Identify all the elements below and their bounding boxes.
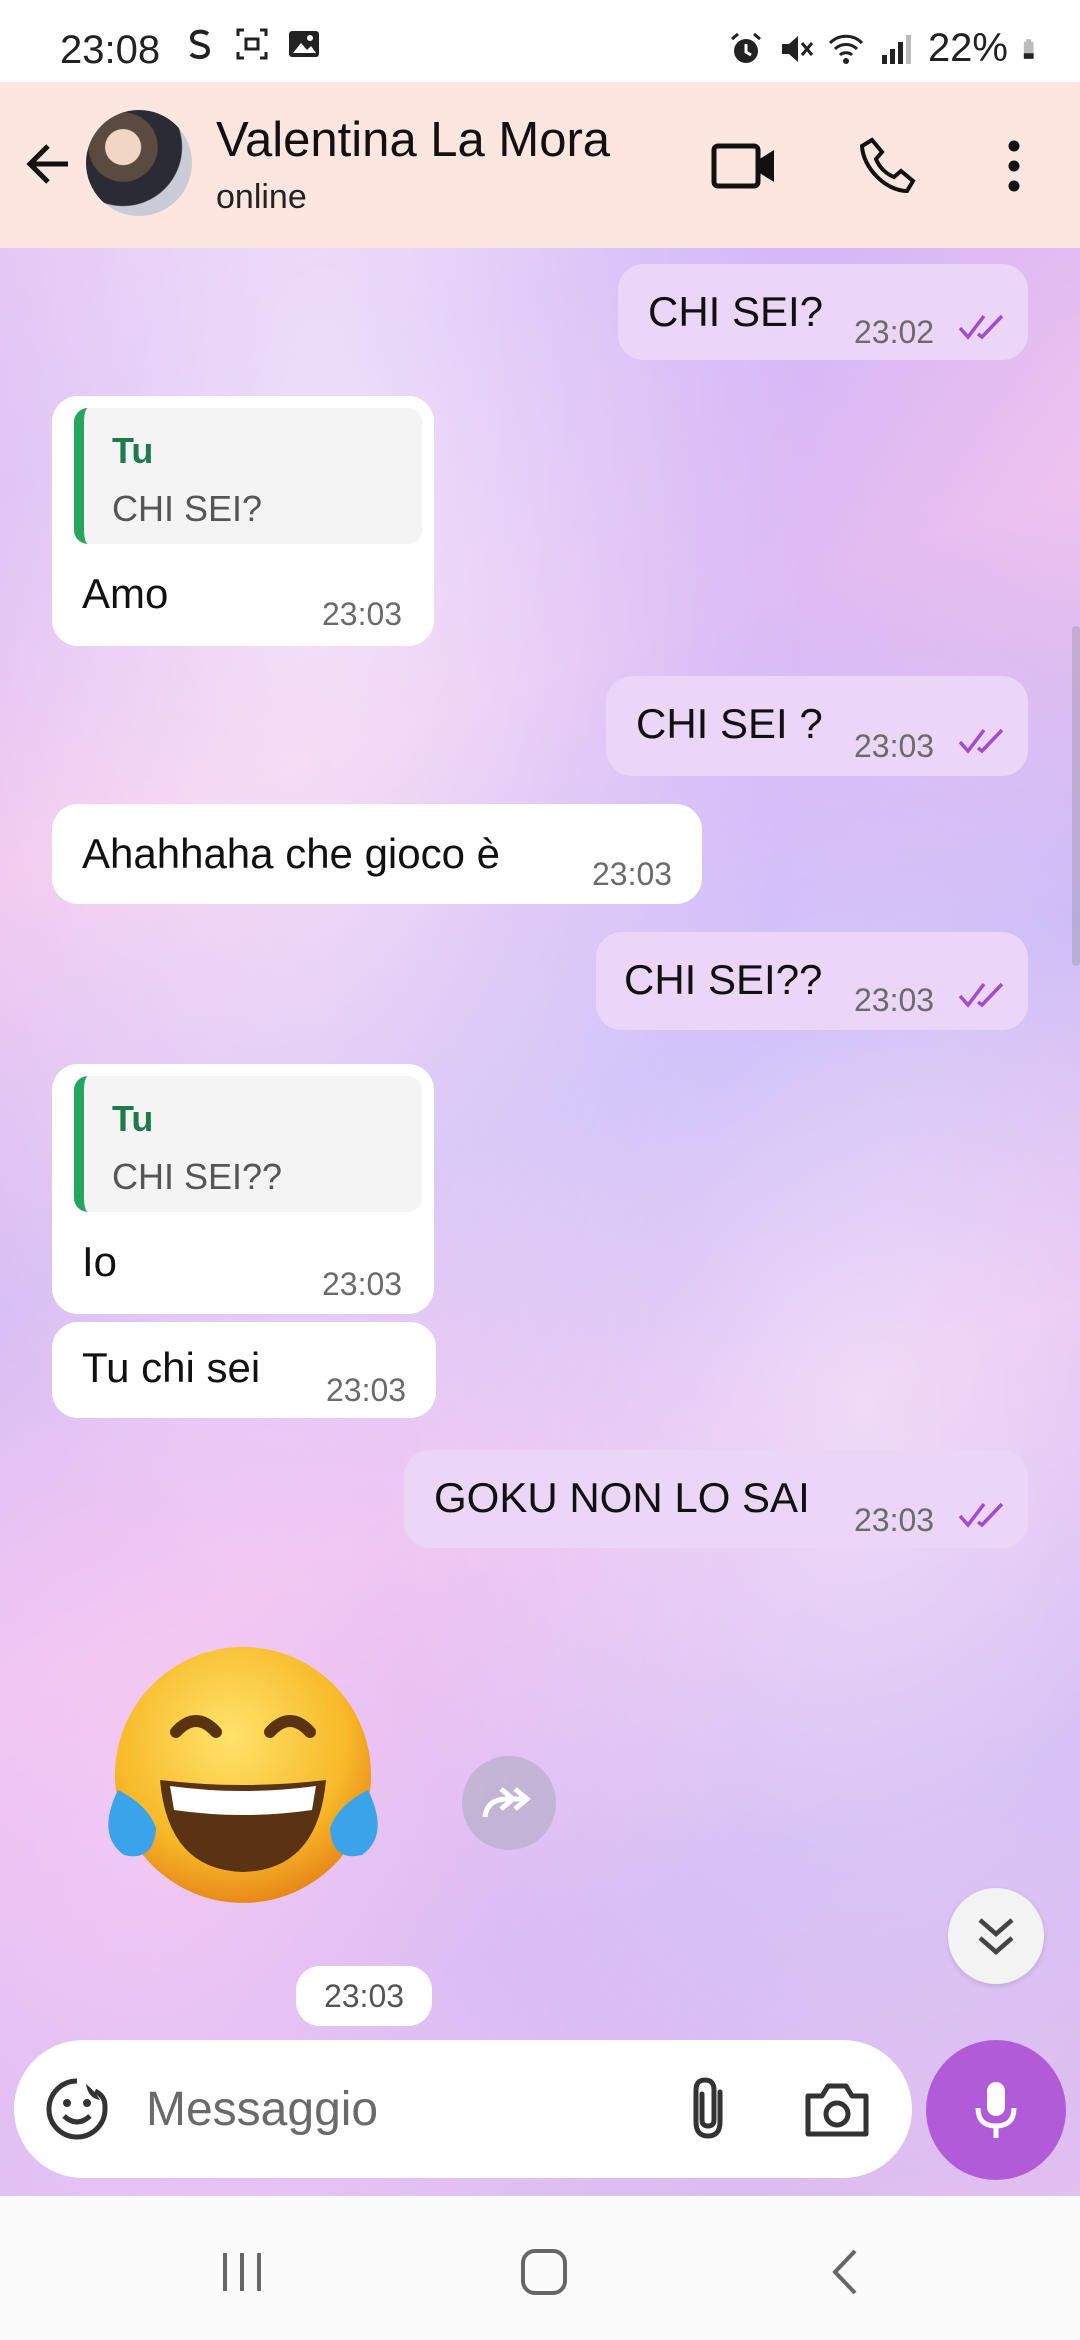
quote-author: Tu	[112, 1098, 154, 1139]
signal-icon	[881, 34, 911, 64]
home-icon	[521, 2249, 567, 2295]
more-vert-icon	[1008, 140, 1020, 192]
message-time: 23:03	[854, 982, 935, 1018]
read-ticks-icon	[958, 1502, 1004, 1528]
recent-apps-icon	[223, 2253, 261, 2291]
wifi-icon	[828, 34, 863, 64]
attach-icon[interactable]	[674, 2074, 744, 2144]
back-button[interactable]	[806, 2232, 886, 2312]
message-time: 23:03	[322, 1266, 403, 1302]
quoted-message[interactable]: Tu CHI SEI??	[74, 1076, 422, 1212]
video-call-icon	[711, 143, 774, 189]
message-incoming[interactable]: Tu chi sei 23:03	[52, 1322, 436, 1418]
recent-apps-button[interactable]	[202, 2232, 282, 2312]
message-incoming[interactable]: Tu CHI SEI? Amo 23:03	[52, 396, 434, 646]
status-time: 23:08	[60, 28, 161, 72]
avatar[interactable]	[86, 110, 192, 216]
message-text: Ahahhaha che gioco è	[82, 830, 501, 877]
message-time: 23:03	[592, 856, 673, 892]
status-bar: 23:08 22%	[0, 0, 1080, 82]
message-text: CHI SEI??	[624, 956, 823, 1003]
navigation-bar	[0, 2196, 1080, 2340]
message-composer	[14, 2040, 912, 2178]
message-outgoing[interactable]: CHI SEI?? 23:03	[596, 932, 1028, 1030]
message-text: CHI SEI ?	[636, 700, 823, 747]
quote-text: CHI SEI??	[112, 1156, 283, 1197]
message-incoming[interactable]: Tu CHI SEI?? Io 23:03	[52, 1064, 434, 1314]
contact-status: online	[216, 178, 307, 216]
screenshot-icon	[236, 28, 268, 60]
video-call-button[interactable]	[708, 130, 780, 202]
read-ticks-icon	[958, 314, 1004, 340]
more-options-button[interactable]	[978, 130, 1050, 202]
chat-header: Valentina La Mora online	[0, 82, 1080, 248]
battery-percent: 22%	[927, 26, 1008, 70]
sticker-icon[interactable]	[44, 2076, 110, 2142]
s-icon	[189, 29, 211, 60]
message-text: Tu chi sei	[82, 1344, 261, 1391]
forward-icon	[482, 1787, 531, 1818]
camera-icon[interactable]	[802, 2074, 872, 2144]
message-time: 23:03	[326, 1372, 407, 1408]
message-incoming[interactable]: Ahahhaha che gioco è 23:03	[52, 804, 702, 904]
forward-button[interactable]	[462, 1756, 556, 1850]
mute-icon	[781, 35, 814, 62]
quote-author: Tu	[112, 430, 154, 471]
double-chevron-down-icon	[978, 1918, 1014, 1955]
message-outgoing[interactable]: GOKU NON LO SAI 23:03	[404, 1450, 1028, 1548]
read-ticks-icon	[958, 982, 1004, 1008]
message-text: GOKU NON LO SAI	[434, 1474, 810, 1521]
gallery-icon	[289, 31, 319, 57]
message-text: Amo	[82, 570, 169, 617]
phone-icon	[859, 137, 916, 194]
quote-text: CHI SEI?	[112, 488, 263, 529]
message-outgoing[interactable]: CHI SEI ? 23:03	[606, 676, 1028, 776]
back-arrow-icon[interactable]	[18, 132, 82, 196]
back-chevron-icon	[832, 2249, 857, 2295]
message-input[interactable]	[144, 2072, 668, 2146]
message-text: CHI SEI?	[648, 288, 824, 335]
message-time: 23:03	[854, 728, 935, 764]
voice-message-button[interactable]	[926, 2040, 1066, 2180]
alarm-icon	[730, 32, 761, 63]
voice-call-button[interactable]	[852, 130, 924, 202]
quoted-message[interactable]: Tu CHI SEI?	[74, 408, 422, 544]
message-outgoing[interactable]: CHI SEI? 23:02	[618, 264, 1028, 360]
home-button[interactable]	[504, 2232, 584, 2312]
message-time: 23:02	[854, 314, 935, 350]
scroll-to-bottom-button[interactable]	[948, 1888, 1044, 1984]
message-time: 23:03	[296, 1966, 432, 2026]
battery-icon	[1023, 38, 1034, 59]
contact-name[interactable]: Valentina La Mora	[216, 112, 610, 168]
message-time: 23:03	[854, 1502, 935, 1538]
message-time: 23:03	[322, 596, 403, 632]
message-text: Io	[82, 1238, 118, 1285]
chat-scrollbar[interactable]	[1072, 626, 1080, 966]
face-with-tears-of-joy-emoji[interactable]	[98, 1640, 388, 1910]
mic-icon	[975, 2082, 1017, 2138]
read-ticks-icon	[958, 728, 1004, 754]
